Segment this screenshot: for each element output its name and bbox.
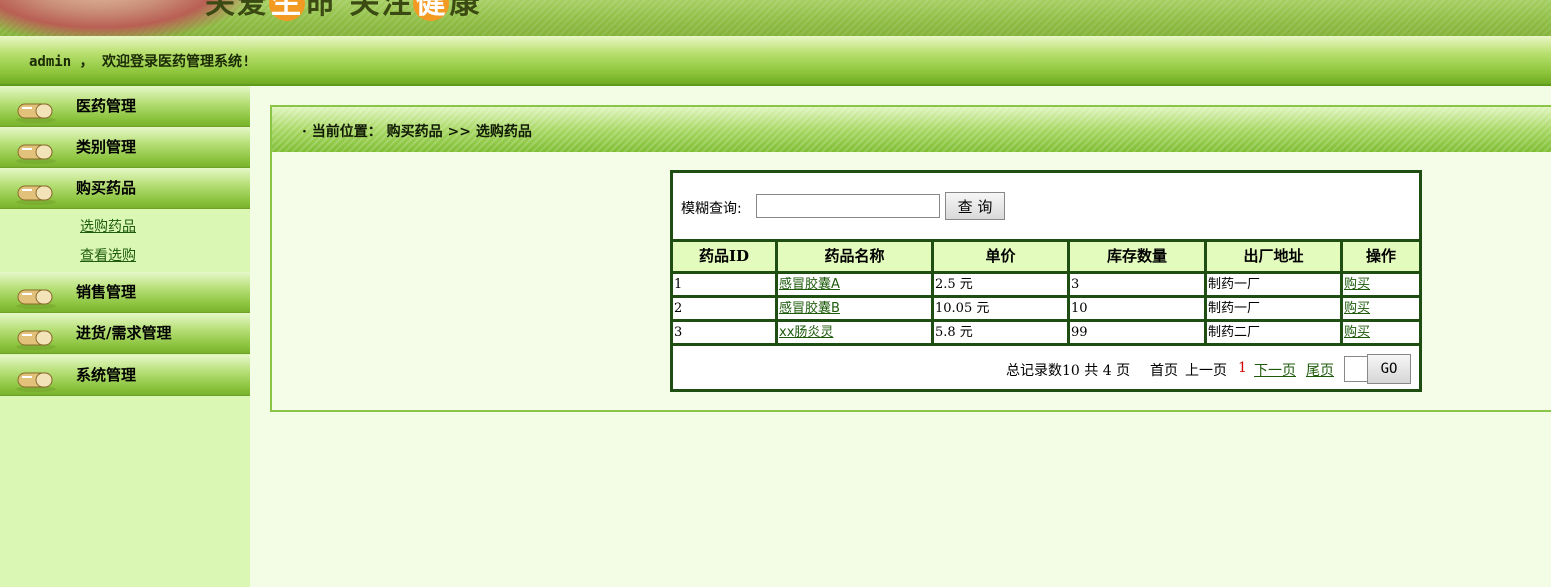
cell-name: 感冒胶囊A bbox=[778, 274, 934, 295]
cell-stock: 3 bbox=[1070, 274, 1207, 295]
sidebar-subitem-select-medicine[interactable]: 选购药品 bbox=[80, 216, 136, 236]
first-page-label: 首页 bbox=[1150, 363, 1178, 379]
cell-name: xx肠炎灵 bbox=[778, 322, 934, 343]
pagination: 总记录数10 共 4 页 首页 上一页 1 下一页 尾页 GO bbox=[673, 348, 1419, 389]
cell-id: 1 bbox=[673, 274, 778, 295]
current-page: 1 bbox=[1238, 360, 1247, 376]
column-header-action: 操作 bbox=[1343, 242, 1419, 271]
search-row: 模糊查询: 查 询 bbox=[673, 173, 1419, 242]
buy-link[interactable]: 购买 bbox=[1344, 277, 1370, 292]
cell-stock: 10 bbox=[1070, 298, 1207, 319]
top-banner: 关爱生命 关注健康 bbox=[0, 0, 1551, 36]
next-page-link[interactable]: 下一页 bbox=[1254, 360, 1296, 380]
sidebar-item-buy-medicine[interactable]: 购买药品 bbox=[0, 168, 250, 209]
capsule-icon bbox=[16, 185, 56, 205]
cell-id: 3 bbox=[673, 322, 778, 343]
column-header-id: 药品ID bbox=[673, 242, 778, 271]
sidebar-item-label: 系统管理 bbox=[76, 366, 137, 384]
search-label: 模糊查询: bbox=[681, 201, 742, 217]
sidebar-item-label: 类别管理 bbox=[76, 138, 137, 156]
sidebar-item-category-management[interactable]: 类别管理 bbox=[0, 127, 250, 168]
cell-name: 感冒胶囊B bbox=[778, 298, 934, 319]
cell-price: 5.8 元 bbox=[934, 322, 1070, 343]
cell-factory: 制药一厂 bbox=[1207, 298, 1343, 319]
cell-action: 购买 bbox=[1343, 322, 1419, 343]
cell-price: 2.5 元 bbox=[934, 274, 1070, 295]
sidebar-item-sales-management[interactable]: 销售管理 bbox=[0, 272, 250, 313]
column-header-price: 单价 bbox=[934, 242, 1070, 271]
sidebar-item-purchase-demand-management[interactable]: 进货/需求管理 bbox=[0, 313, 250, 354]
cell-id: 2 bbox=[673, 298, 778, 319]
sidebar-subitem-view-selection[interactable]: 查看选购 bbox=[80, 245, 136, 265]
cell-factory: 制药一厂 bbox=[1207, 274, 1343, 295]
column-header-name: 药品名称 bbox=[778, 242, 934, 271]
welcome-bar: admin ， 欢迎登录医药管理系统! bbox=[0, 36, 1551, 86]
medicine-table: 模糊查询: 查 询 药品ID 药品名称 单价 库存数量 出厂地址 操作 1 感冒… bbox=[670, 170, 1422, 392]
record-summary: 总记录数10 共 4 页 bbox=[1006, 363, 1131, 379]
page-number-input[interactable] bbox=[1344, 356, 1368, 382]
cell-action: 购买 bbox=[1343, 274, 1419, 295]
divider bbox=[673, 343, 1419, 346]
buy-link[interactable]: 购买 bbox=[1344, 301, 1370, 316]
search-button[interactable]: 查 询 bbox=[945, 192, 1005, 220]
medicine-name-link[interactable]: 感冒胶囊B bbox=[779, 301, 840, 316]
medicine-name-link[interactable]: xx肠炎灵 bbox=[779, 325, 833, 340]
sidebar-item-label: 购买药品 bbox=[76, 179, 137, 197]
welcome-text: admin ， 欢迎登录医药管理系统! bbox=[29, 54, 251, 70]
medicine-name-link[interactable]: 感冒胶囊A bbox=[779, 277, 840, 292]
capsule-icon bbox=[16, 103, 56, 123]
go-button[interactable]: GO bbox=[1367, 354, 1411, 384]
buy-link[interactable]: 购买 bbox=[1344, 325, 1370, 340]
sidebar-item-label: 医药管理 bbox=[76, 97, 137, 115]
column-header-stock: 库存数量 bbox=[1070, 242, 1207, 271]
capsule-icon bbox=[16, 289, 56, 309]
capsule-icon bbox=[16, 372, 56, 392]
banner-slogan: 关爱生命 关注健康 bbox=[205, 0, 481, 22]
sidebar: 医药管理 类别管理 购买药品 选购药品 查看选购 销售管理 进货/需求管理 系统… bbox=[0, 86, 250, 587]
sidebar-item-system-management[interactable]: 系统管理 bbox=[0, 355, 250, 396]
column-header-factory: 出厂地址 bbox=[1207, 242, 1343, 271]
sidebar-item-label: 销售管理 bbox=[76, 283, 137, 301]
last-page-link[interactable]: 尾页 bbox=[1306, 360, 1334, 380]
breadcrumb: · 当前位置： 购买药品 >> 选购药品 bbox=[302, 124, 532, 140]
capsule-icon bbox=[16, 330, 56, 350]
cell-action: 购买 bbox=[1343, 298, 1419, 319]
cell-factory: 制药二厂 bbox=[1207, 322, 1343, 343]
search-input[interactable] bbox=[756, 194, 940, 218]
sidebar-item-medicine-management[interactable]: 医药管理 bbox=[0, 86, 250, 127]
sidebar-item-label: 进货/需求管理 bbox=[76, 324, 172, 342]
breadcrumb-bar: · 当前位置： 购买药品 >> 选购药品 bbox=[272, 107, 1551, 152]
cell-price: 10.05 元 bbox=[934, 298, 1070, 319]
capsule-icon bbox=[16, 144, 56, 164]
prev-page-label: 上一页 bbox=[1185, 363, 1227, 379]
cell-stock: 99 bbox=[1070, 322, 1207, 343]
